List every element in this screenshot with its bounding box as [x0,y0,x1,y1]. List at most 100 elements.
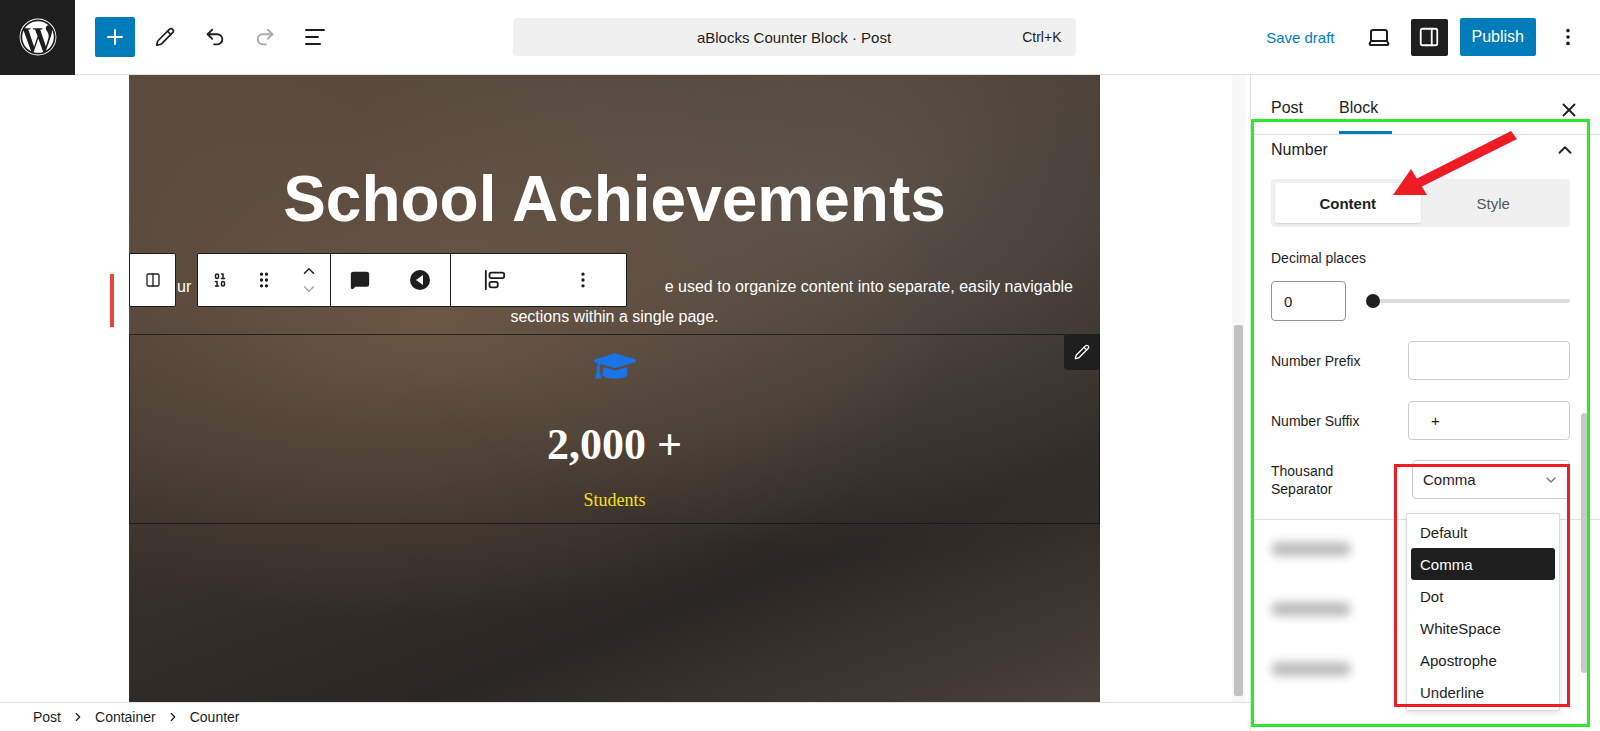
columns-icon [145,272,161,288]
preview-button[interactable] [1359,17,1399,57]
settings-toggle[interactable] [1411,19,1448,56]
counter-block-icon[interactable] [211,271,229,289]
separator-options: DefaultCommaDotWhiteSpaceApostropheUnder… [1406,513,1560,711]
wordpress-logo[interactable] [0,0,75,75]
editor-canvas-area: School Achievements ur e used to organize … [0,75,1250,702]
counter-number: 2,000 + [547,419,682,471]
editor-column: School Achievements ur e used to organize … [0,75,1250,731]
more-icon[interactable] [573,270,593,290]
back-circle-icon[interactable] [409,269,431,291]
align-icon[interactable] [484,269,506,291]
separator-row: Thousand Separator Comma [1271,460,1570,499]
suffix-input[interactable]: + [1408,401,1570,440]
breadcrumb-item[interactable]: Counter [190,709,240,725]
prefix-input[interactable] [1408,341,1570,380]
field-label: Thousand Separator [1271,462,1381,498]
chevron-down-icon [1543,472,1559,488]
breadcrumb-item[interactable]: Container [95,709,156,725]
wordpress-icon [19,18,57,56]
redo-button[interactable] [245,17,285,57]
sidebar-tab[interactable]: Block [1339,85,1392,134]
field-label: Number Suffix [1271,412,1359,430]
add-block-button[interactable] [95,17,135,57]
dropdown-option[interactable]: Apostrophe [1411,644,1555,676]
toolbar-group [331,254,450,306]
panel-header[interactable]: Number [1251,135,1600,161]
publish-button[interactable]: Publish [1460,18,1536,56]
scrollbar[interactable] [1232,75,1245,702]
dropdown-option[interactable]: Underline [1411,676,1555,708]
toolbar-group [451,254,626,306]
plus-icon [103,25,127,49]
top-toolbar: aBlocks Counter Block · PostCtrl+KSave d… [0,0,1600,75]
paragraph-fragment: ur [177,278,191,296]
toolbar-right: Save draft Publish [1076,17,1600,57]
toolbar-left [0,0,513,74]
dropdown-option[interactable]: Dot [1411,580,1555,612]
undo-button[interactable] [195,17,235,57]
options-button[interactable] [1548,17,1588,57]
command-bar[interactable]: aBlocks Counter Block · PostCtrl+K [513,18,1076,56]
selection-marker [110,274,114,327]
counter-block[interactable]: 2,000 + Students [129,334,1100,524]
field-label: Decimal places [1271,249,1570,267]
document-title: aBlocks Counter Block · Post [697,29,891,46]
toolbar-group [198,254,331,306]
sidebar-icon [1418,26,1440,48]
list-view-button[interactable] [295,17,335,57]
scroll-thumb[interactable] [1234,325,1243,696]
block-mover[interactable] [300,262,318,298]
list-view-icon [303,25,327,49]
move-up-icon[interactable] [300,262,318,280]
chevron-right-icon [166,710,180,724]
annotation-arrow-icon [1381,125,1521,205]
redo-icon [254,26,276,48]
dropdown-option[interactable]: WhiteSpace [1411,612,1555,644]
drag-handle-icon[interactable] [254,270,274,290]
tools-button[interactable] [145,17,185,57]
close-icon [1558,99,1580,121]
comment-icon[interactable] [350,270,370,290]
main-area: School Achievements ur e used to organize … [0,75,1600,731]
decimal-input[interactable]: 0 [1271,281,1346,321]
panel-body: ContentStyle Decimal places 0 Number Prefix… [1251,161,1600,520]
suffix-row: Number Suffix + [1271,401,1570,440]
dropdown-option[interactable]: Default [1411,516,1555,548]
breadcrumb-bar: Post Container Counter [0,702,1250,731]
undo-icon [204,26,226,48]
chevron-up-icon [1554,139,1576,161]
dropdown-option[interactable]: Comma [1411,548,1555,580]
counter-label: Students [583,487,645,513]
annotation-frame [1394,464,1570,707]
laptop-icon [1367,25,1391,49]
pencil-icon [1074,344,1090,360]
blurred-row [1271,662,1351,676]
heading[interactable]: School Achievements [283,161,946,238]
blurred-row [1271,542,1351,556]
select-parent-button[interactable] [129,253,176,307]
save-draft-button[interactable]: Save draft [1266,21,1346,54]
pencil-icon [155,27,175,47]
cover-block[interactable]: School Achievements ur e used to organize … [129,75,1100,702]
segment-tab[interactable]: Style [1421,183,1567,223]
sidebar-scroll-thumb[interactable] [1581,413,1588,673]
segment-tab[interactable]: Content [1275,183,1421,223]
slider-thumb[interactable] [1366,294,1380,308]
highlight-frame [1251,119,1590,727]
paragraph-text: e used to organize content into separate… [665,278,1073,296]
decimal-slider[interactable] [1366,299,1570,303]
blurred-row [1271,602,1351,616]
edit-button[interactable] [1064,334,1100,370]
editor-page: aBlocks Counter Block · PostCtrl+KSave d… [0,0,1600,731]
sidebar-tab[interactable]: Post [1271,85,1317,134]
separator-select[interactable]: Comma [1412,460,1570,499]
kebab-icon [1557,26,1579,48]
select-value: Comma [1423,471,1476,488]
prefix-row: Number Prefix [1271,341,1570,380]
field-label: Number Prefix [1271,352,1360,370]
breadcrumb-item[interactable]: Post [33,709,61,725]
close-button[interactable] [1558,85,1580,134]
chevron-right-icon [71,710,85,724]
graduation-cap-icon [594,345,636,387]
move-down-icon[interactable] [300,280,318,298]
